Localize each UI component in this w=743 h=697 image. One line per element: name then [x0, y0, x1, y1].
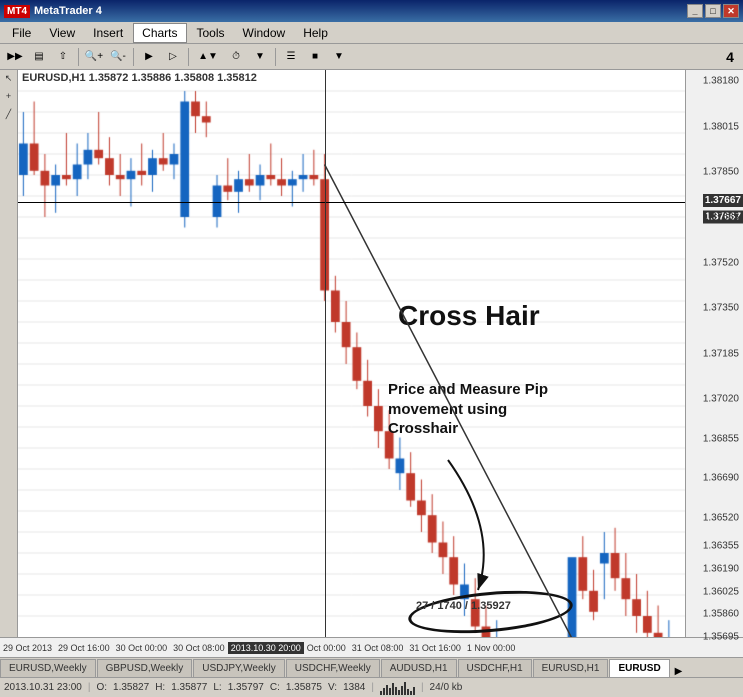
chart-canvas [18, 70, 685, 637]
menu-insert[interactable]: Insert [85, 24, 131, 42]
status-open-label: O: [96, 682, 107, 693]
price-label-1.36855: 1.36855 [703, 433, 741, 444]
menu-bar: File View Insert Charts Tools Window Hel… [0, 22, 743, 44]
price-label-1.37520: 1.37520 [703, 257, 741, 268]
toolbar-btn-5[interactable]: ▷ [162, 47, 184, 67]
tab-3[interactable]: USDCHF,Weekly [286, 659, 380, 677]
time-axis: 29 Oct 2013 29 Oct 16:00 30 Oct 00:00 30… [0, 637, 743, 657]
app-title: MetaTrader 4 [34, 5, 102, 17]
close-button[interactable]: ✕ [723, 4, 739, 18]
tab-7[interactable]: EURUSD [609, 659, 669, 677]
menu-window[interactable]: Window [235, 24, 294, 42]
status-low-value: 1.35797 [228, 682, 264, 693]
toolbar-btn-6[interactable]: ▲▼ [193, 47, 223, 67]
current-price-label: 1.37667 [703, 194, 743, 207]
price-label-1.38015: 1.38015 [703, 121, 741, 132]
toolbar-btn-11[interactable]: ▼ [328, 47, 350, 67]
tab-5[interactable]: USDCHF,H1 [458, 659, 532, 677]
time-label-1: 29 Oct 16:00 [55, 643, 113, 653]
status-open-value: 1.35827 [113, 682, 149, 693]
left-btn-crosshair[interactable]: + [1, 91, 17, 107]
chart-bars-icon [380, 681, 415, 695]
time-label-6: 31 Oct 08:00 [349, 643, 407, 653]
chart-area[interactable]: EURUSD,H1 1.35872 1.35886 1.35808 1.3581… [18, 70, 685, 637]
price-label-1.36025: 1.36025 [703, 586, 741, 597]
title-bar: MT4 MetaTrader 4 _ □ ✕ [0, 0, 743, 22]
price-label-1.36690: 1.36690 [703, 473, 741, 484]
time-label-0: 29 Oct 2013 [0, 643, 55, 653]
price-label-1.38180: 1.38180 [703, 76, 741, 87]
pip-value: 27 / 1740 / 1.35927 [416, 600, 511, 612]
left-btn-line[interactable]: ╱ [1, 109, 17, 125]
toolbar-zoom-out[interactable]: 🔍- [107, 47, 129, 67]
price-label-1.35860: 1.35860 [703, 609, 741, 620]
price-axis: 1.37667 1.38180 1.38015 1.37850 1.37685 1.37… [685, 70, 743, 637]
price-label-1.36190: 1.36190 [703, 563, 741, 574]
price-label-1.37685: 1.37685 [703, 212, 741, 223]
toolbar-btn-4[interactable]: ▶ [138, 47, 160, 67]
chart-ask: 1.35886 [131, 72, 171, 84]
tab-more[interactable]: ▶ [671, 666, 687, 677]
time-label-7: 31 Oct 16:00 [406, 643, 464, 653]
status-bar: 2013.10.31 23:00 | O: 1.35827 H: 1.35877… [0, 677, 743, 697]
toolbar-btn-7[interactable]: ⏱ [225, 47, 247, 67]
toolbar-zoom-in[interactable]: 🔍+ [83, 47, 105, 67]
menu-tools[interactable]: Tools [189, 24, 233, 42]
toolbar-btn-right[interactable]: 4 [721, 47, 739, 67]
price-label-1.36520: 1.36520 [703, 512, 741, 523]
price-label-1.35695: 1.35695 [703, 632, 741, 643]
status-close-label: C: [270, 682, 280, 693]
price-label-1.37020: 1.37020 [703, 393, 741, 404]
status-high-value: 1.35877 [171, 682, 207, 693]
toolbar-btn-2[interactable]: ▤ [28, 47, 50, 67]
price-label-1.37185: 1.37185 [703, 348, 741, 359]
price-label-1.37350: 1.37350 [703, 303, 741, 314]
restore-button[interactable]: □ [705, 4, 721, 18]
toolbar-btn-9[interactable]: ☰ [280, 47, 302, 67]
menu-file[interactable]: File [4, 24, 39, 42]
tab-2[interactable]: USDJPY,Weekly [193, 659, 285, 677]
toolbar-sep-4 [275, 48, 276, 66]
toolbar: ▶▶ ▤ ⇧ 🔍+ 🔍- ▶ ▷ ▲▼ ⏱ ▼ ☰ ■ ▼ 4 [0, 44, 743, 70]
status-low-label: L: [213, 682, 221, 693]
time-label-5: Oct 00:00 [304, 643, 349, 653]
chart-high: 1.35808 [174, 72, 214, 84]
tab-0[interactable]: EURUSD,Weekly [0, 659, 96, 677]
minimize-button[interactable]: _ [687, 4, 703, 18]
chart-bid: 1.35872 [89, 72, 129, 84]
toolbar-sep-2 [133, 48, 134, 66]
tab-6[interactable]: EURUSD,H1 [533, 659, 609, 677]
tab-4[interactable]: AUDUSD,H1 [381, 659, 457, 677]
time-label-highlight: 2013.10.30 20:00 [228, 642, 304, 654]
toolbar-btn-3[interactable]: ⇧ [52, 47, 74, 67]
time-label-2: 30 Oct 00:00 [113, 643, 171, 653]
toolbar-sep-3 [188, 48, 189, 66]
status-high-label: H: [155, 682, 165, 693]
status-volume-value: 1384 [343, 682, 365, 693]
price-label-1.37850: 1.37850 [703, 167, 741, 178]
menu-charts[interactable]: Charts [133, 23, 186, 43]
toolbar-sep-1 [78, 48, 79, 66]
price-label-1.36355: 1.36355 [703, 541, 741, 552]
status-volume-label: V: [328, 682, 337, 693]
toolbar-btn-8[interactable]: ▼ [249, 47, 271, 67]
main-container: ↖ + ╱ EURUSD,H1 1.35872 1.35886 1.35808 … [0, 70, 743, 637]
chart-header: EURUSD,H1 1.35872 1.35886 1.35808 1.3581… [22, 72, 257, 84]
menu-help[interactable]: Help [295, 24, 336, 42]
toolbar-btn-10[interactable]: ■ [304, 47, 326, 67]
status-chart-info: 24/0 kb [430, 682, 463, 693]
tab-bar: EURUSD,Weekly GBPUSD,Weekly USDJPY,Weekl… [0, 657, 743, 677]
menu-view[interactable]: View [41, 24, 83, 42]
app-icon: MT4 [4, 5, 30, 18]
status-close-value: 1.35875 [286, 682, 322, 693]
chart-symbol: EURUSD,H1 [22, 72, 86, 84]
time-label-3: 30 Oct 08:00 [170, 643, 228, 653]
left-toolbar: ↖ + ╱ [0, 70, 18, 637]
left-btn-cursor[interactable]: ↖ [1, 73, 17, 89]
toolbar-btn-1[interactable]: ▶▶ [4, 47, 26, 67]
time-label-8: 1 Nov 00:00 [464, 643, 519, 653]
tab-1[interactable]: GBPUSD,Weekly [97, 659, 193, 677]
chart-low: 1.35812 [217, 72, 257, 84]
status-datetime: 2013.10.31 23:00 [4, 682, 82, 693]
